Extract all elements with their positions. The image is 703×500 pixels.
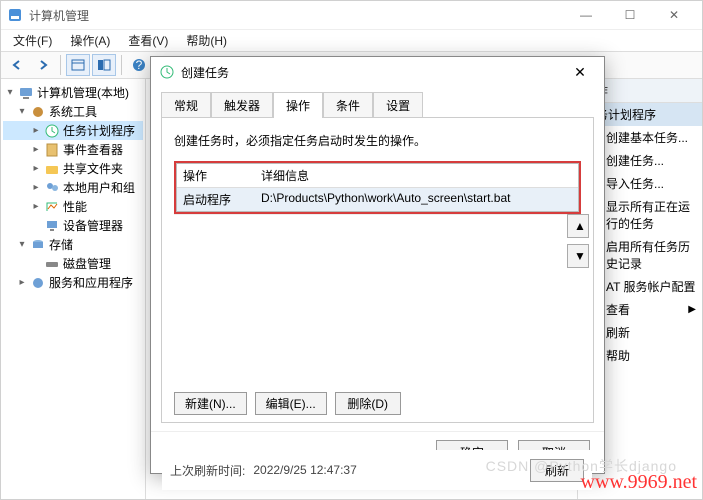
col-action[interactable]: 操作 [177, 164, 255, 187]
tab-triggers[interactable]: 触发器 [211, 92, 273, 118]
dialog-tabs: 常规 触发器 操作 条件 设置 [151, 87, 604, 117]
actions-grid-highlight: 操作 详细信息 启动程序 D:\Products\Python\work\Aut… [174, 161, 581, 214]
last-refresh-value: 2022/9/25 12:47:37 [253, 463, 356, 477]
tree-device-manager[interactable]: 设备管理器 [3, 216, 143, 235]
actions-note: 创建任务时，必须指定任务启动时发生的操作。 [174, 128, 581, 161]
grid-row[interactable]: 启动程序 D:\Products\Python\work\Auto_screen… [177, 188, 578, 211]
status-strip: 上次刷新时间: 2022/9/25 12:47:37 刷新 [162, 450, 592, 490]
tree-storage[interactable]: ▾ 存储 [3, 235, 143, 254]
nav-tree: ▾ 计算机管理(本地) ▾ 系统工具 ▸ 任务计划程序 ▸ 事件查看器 ▸ [1, 79, 146, 499]
minimize-button[interactable]: — [564, 1, 608, 29]
menubar: 文件(F) 操作(A) 查看(V) 帮助(H) [1, 29, 702, 51]
menu-file[interactable]: 文件(F) [5, 30, 60, 51]
tree-disk-mgmt[interactable]: 磁盘管理 [3, 254, 143, 273]
move-down-button[interactable]: ▼ [567, 244, 589, 268]
tree-local-users[interactable]: ▸ 本地用户和组 [3, 178, 143, 197]
toolbar-btn-2[interactable] [92, 54, 116, 76]
tab-conditions[interactable]: 条件 [323, 92, 373, 118]
dialog-icon [159, 64, 175, 80]
dialog-titlebar: 创建任务 ✕ [151, 57, 604, 87]
last-refresh-label: 上次刷新时间: [170, 462, 245, 479]
menu-action[interactable]: 操作(A) [62, 30, 118, 51]
tab-general[interactable]: 常规 [161, 92, 211, 118]
forward-button[interactable] [31, 54, 55, 76]
tab-body-actions: 创建任务时，必须指定任务启动时发生的操作。 操作 详细信息 启动程序 D:\Pr… [161, 117, 594, 423]
new-button[interactable]: 新建(N)... [174, 392, 247, 415]
tree-event-viewer[interactable]: ▸ 事件查看器 [3, 140, 143, 159]
grid-header: 操作 详细信息 [177, 164, 578, 188]
cell-detail: D:\Products\Python\work\Auto_screen\star… [255, 188, 578, 211]
tab-actions[interactable]: 操作 [273, 92, 323, 118]
window-title: 计算机管理 [29, 7, 89, 24]
menu-view[interactable]: 查看(V) [120, 30, 176, 51]
app-icon [7, 7, 23, 23]
edit-button[interactable]: 编辑(E)... [255, 392, 327, 415]
help-button[interactable]: ? [127, 54, 151, 76]
maximize-button[interactable]: ☐ [608, 1, 652, 29]
menu-help[interactable]: 帮助(H) [178, 30, 235, 51]
create-task-dialog: 创建任务 ✕ 常规 触发器 操作 条件 设置 创建任务时，必须指定任务启动时发生… [150, 56, 605, 474]
dialog-close-button[interactable]: ✕ [564, 60, 596, 84]
close-button[interactable]: ✕ [652, 1, 696, 29]
tree-shared-folders[interactable]: ▸ 共享文件夹 [3, 159, 143, 178]
back-button[interactable] [5, 54, 29, 76]
actions-grid[interactable]: 操作 详细信息 启动程序 D:\Products\Python\work\Aut… [176, 163, 579, 212]
tab-settings[interactable]: 设置 [373, 92, 423, 118]
grid-empty-area [174, 214, 581, 384]
cell-action: 启动程序 [177, 188, 255, 211]
tree-performance[interactable]: ▸ 性能 [3, 197, 143, 216]
refresh-button[interactable]: 刷新 [530, 459, 584, 482]
move-up-button[interactable]: ▲ [567, 214, 589, 238]
chevron-right-icon: ▶ [688, 304, 696, 315]
tree-task-scheduler[interactable]: ▸ 任务计划程序 [3, 121, 143, 140]
col-detail[interactable]: 详细信息 [255, 164, 578, 187]
dialog-title: 创建任务 [181, 64, 229, 81]
tree-root[interactable]: ▾ 计算机管理(本地) [3, 83, 143, 102]
titlebar: 计算机管理 — ☐ ✕ [1, 1, 702, 29]
svg-text:?: ? [136, 58, 143, 72]
toolbar-btn-1[interactable] [66, 54, 90, 76]
delete-button[interactable]: 删除(D) [335, 392, 401, 415]
tree-system-tools[interactable]: ▾ 系统工具 [3, 102, 143, 121]
tree-services-apps[interactable]: ▸ 服务和应用程序 [3, 273, 143, 292]
